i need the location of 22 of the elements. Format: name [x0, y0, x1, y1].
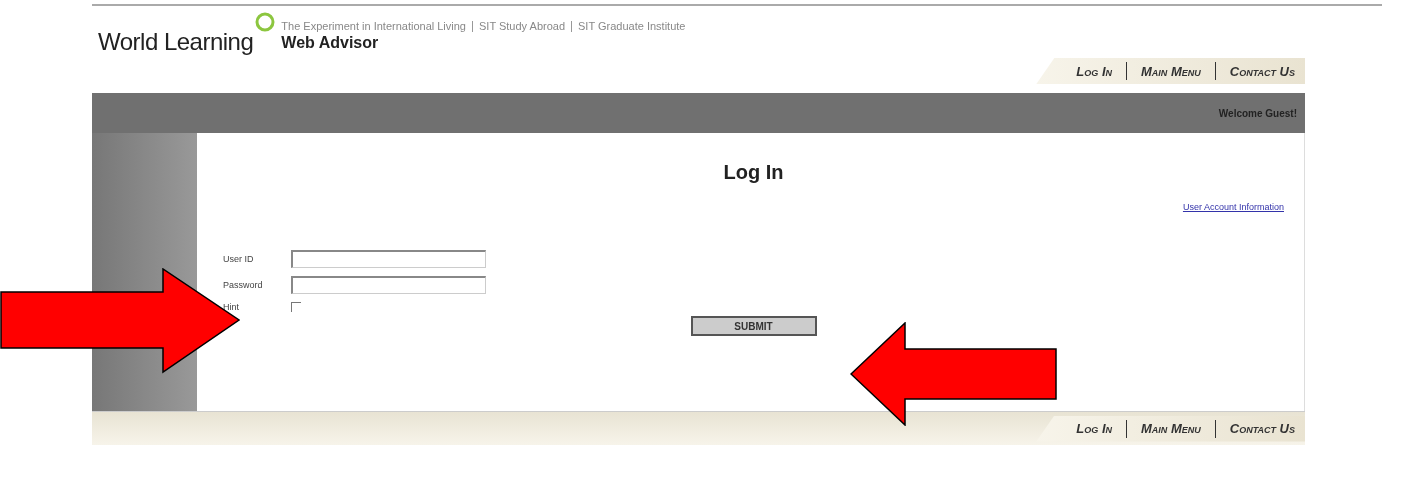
logo-text: World Learning — [98, 28, 254, 56]
field-label: Password — [223, 280, 264, 290]
field-label: User ID — [223, 254, 255, 264]
welcome-text: Welcome Guest! — [1218, 107, 1297, 119]
nav-link[interactable]: Main Menu — [1141, 421, 1201, 436]
account-link[interactable]: User Account Information — [1182, 202, 1284, 212]
nav-link[interactable]: Contact Us — [1229, 421, 1295, 436]
password-field[interactable] — [291, 276, 486, 294]
nav-link[interactable]: Contact Us — [1229, 63, 1295, 79]
submit-button[interactable]: SUBMIT — [690, 316, 817, 336]
field-label: Hint — [223, 302, 240, 312]
tagline-link[interactable]: SIT Graduate Institute — [578, 20, 686, 32]
nav-link[interactable]: Log In — [1076, 421, 1112, 436]
page-title: Log In — [722, 161, 785, 184]
user-id-field[interactable] — [291, 250, 486, 268]
ring-icon — [255, 12, 276, 32]
tagline-link[interactable]: SIT Study Abroad — [479, 20, 566, 32]
tagline-link[interactable]: The Experiment in International Living — [281, 20, 466, 32]
nav-link[interactable]: Log In — [1076, 63, 1112, 79]
nav-link[interactable]: Main Menu — [1141, 63, 1201, 79]
app-title: Web Advisor — [281, 34, 380, 52]
hint-checkbox[interactable] — [291, 302, 301, 312]
